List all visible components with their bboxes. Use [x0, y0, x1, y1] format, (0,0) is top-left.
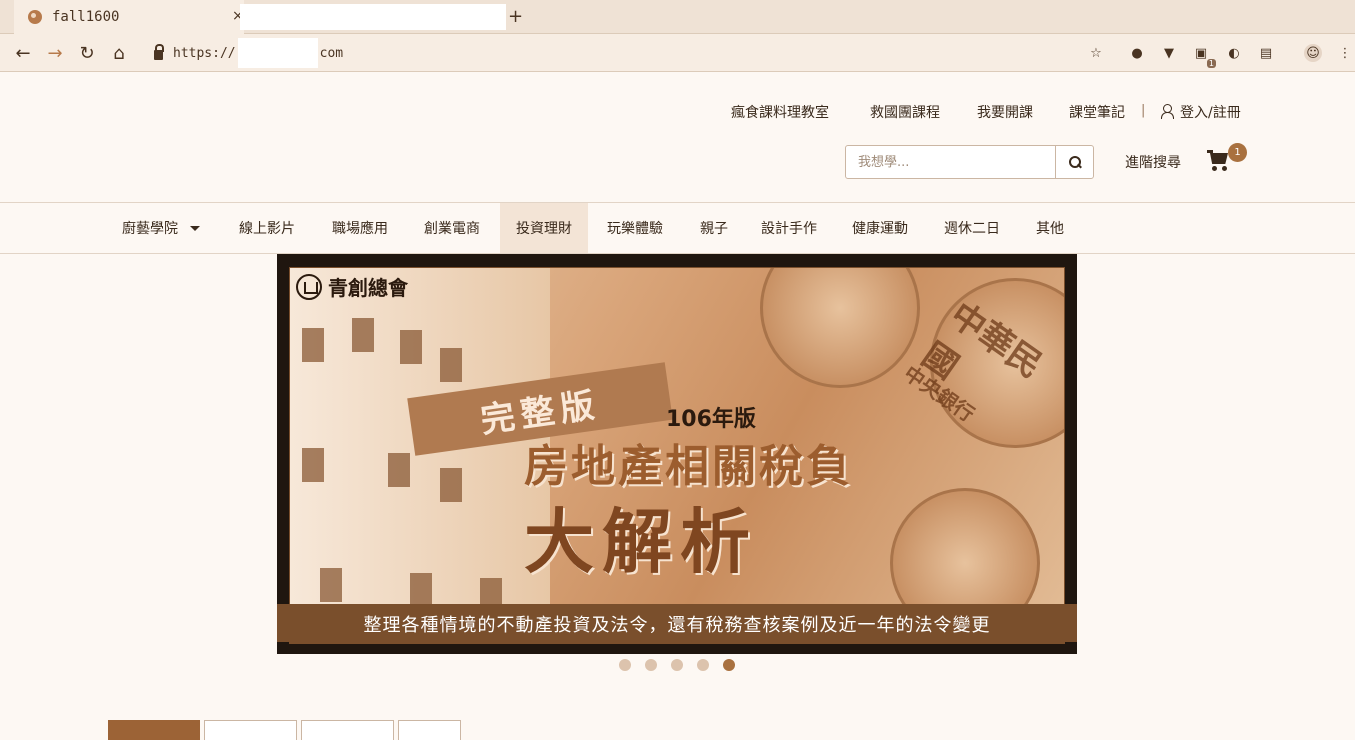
login-link[interactable]: 登入/註冊 [1180, 102, 1241, 122]
brand-logo-icon [296, 273, 322, 300]
header-link-teach[interactable]: 我要開課 [977, 102, 1033, 122]
nav-item-workplace[interactable]: 職場應用 [332, 203, 388, 253]
chat-extension-icon[interactable]: ▣ 1 [1192, 44, 1216, 68]
header-link-cooking[interactable]: 瘋食課料理教室 [731, 102, 829, 122]
brand-name: 青創總會 [328, 276, 408, 300]
new-tab-button[interactable]: + [508, 6, 523, 27]
extension-badge: 1 [1206, 59, 1216, 68]
coin-graphic [760, 268, 920, 388]
nav-item-other[interactable]: 其他 [1036, 203, 1064, 253]
nav-item-investment[interactable]: 投資理財 [500, 203, 588, 253]
carousel-corner [277, 642, 289, 654]
nav-item-health[interactable]: 健康運動 [852, 203, 908, 253]
course-tab[interactable] [398, 720, 461, 740]
v-extension-icon[interactable]: ▼ [1160, 44, 1178, 62]
course-tab[interactable] [301, 720, 394, 740]
search-box [845, 145, 1094, 179]
address-bar[interactable]: https:// com [146, 38, 1246, 68]
banner-carousel[interactable]: 中華民國 中央銀行 青創總會 完整版 106年版 房地產相關稅負 大解析 整理各… [277, 254, 1077, 654]
globe-icon [28, 10, 42, 24]
nav-item-weekend[interactable]: 週休二日 [944, 203, 1000, 253]
main-nav: 廚藝學院 線上影片 職場應用 創業電商 投資理財 玩樂體驗 親子 設計手作 健康… [0, 202, 1355, 254]
search-icon [1068, 156, 1081, 168]
brand-logo: 青創總會 [296, 272, 408, 301]
carousel-corner [1065, 254, 1077, 266]
url-redacted [237, 38, 318, 68]
reload-icon[interactable]: ↻ [74, 40, 100, 66]
banner-caption: 整理各種情境的不動產投資及法令，還有稅務查核案例及近一年的法令變更 [277, 604, 1077, 644]
advanced-search-link[interactable]: 進階搜尋 [1125, 152, 1181, 172]
home-icon[interactable]: ⌂ [106, 40, 132, 66]
banner-headline-1: 房地產相關稅負 [524, 441, 853, 492]
carousel-dot[interactable] [645, 659, 657, 671]
browser-tab-title: fall1600 [52, 9, 120, 25]
course-tab[interactable] [204, 720, 297, 740]
browser-toolbar: ← → ↻ ⌂ https:// com ☆ ● ▼ ▣ 1 ◐ ▤ ☺ ⋮ [0, 34, 1355, 72]
banner-image: 中華民國 中央銀行 青創總會 完整版 106年版 房地產相關稅負 大解析 [289, 267, 1065, 640]
course-tabs [108, 720, 461, 740]
carousel-dot[interactable] [671, 659, 683, 671]
browser-tab-redacted[interactable] [240, 4, 506, 30]
fox-extension-icon[interactable]: ◐ [1225, 44, 1243, 62]
back-icon[interactable]: ← [10, 40, 36, 66]
bulb-extension-icon[interactable]: ● [1128, 44, 1146, 62]
url-prefix: https:// [173, 45, 236, 61]
bookmark-star-icon[interactable]: ☆ [1087, 44, 1105, 62]
nav-item-ecommerce[interactable]: 創業電商 [424, 203, 480, 253]
cart-count-badge: 1 [1228, 143, 1247, 162]
carousel-corner [1065, 642, 1077, 654]
forward-icon[interactable]: → [42, 40, 68, 66]
search-button[interactable] [1055, 146, 1093, 178]
banner-headline-2: 大解析 [524, 500, 758, 583]
chevron-down-icon [190, 225, 200, 231]
user-icon [1160, 104, 1174, 119]
lock-icon [154, 44, 164, 60]
url-suffix: com [319, 45, 344, 61]
course-tab[interactable] [108, 720, 200, 740]
calculator-extension-icon[interactable]: ▤ [1257, 44, 1275, 62]
carousel-dot-active[interactable] [723, 659, 735, 671]
carousel-dot[interactable] [619, 659, 631, 671]
nav-item-family[interactable]: 親子 [700, 203, 728, 253]
header-link-notes[interactable]: 課堂筆記 [1069, 102, 1125, 122]
search-input[interactable] [846, 146, 1055, 178]
header-link-cyc[interactable]: 救國團課程 [870, 102, 940, 122]
profile-avatar[interactable]: ☺ [1304, 44, 1322, 62]
browser-tab-strip: fall1600 × + [0, 0, 1355, 34]
nav-item-cooking-academy[interactable]: 廚藝學院 [122, 203, 200, 253]
carousel-corner [277, 254, 289, 266]
header-links: 瘋食課料理教室 救國團課程 我要開課 課堂筆記 | 登入/註冊 [0, 100, 1355, 124]
edition-label: 106年版 [666, 407, 756, 432]
nav-item-label: 廚藝學院 [122, 221, 178, 237]
carousel-indicators [619, 659, 735, 671]
carousel-dot[interactable] [697, 659, 709, 671]
menu-kebab-icon[interactable]: ⋮ [1336, 44, 1354, 62]
header-separator: | [1141, 103, 1146, 118]
nav-item-online-video[interactable]: 線上影片 [239, 203, 295, 253]
browser-tab-active[interactable]: fall1600 [14, 0, 244, 34]
nav-item-diy[interactable]: 設計手作 [761, 203, 817, 253]
nav-item-fun[interactable]: 玩樂體驗 [607, 203, 663, 253]
